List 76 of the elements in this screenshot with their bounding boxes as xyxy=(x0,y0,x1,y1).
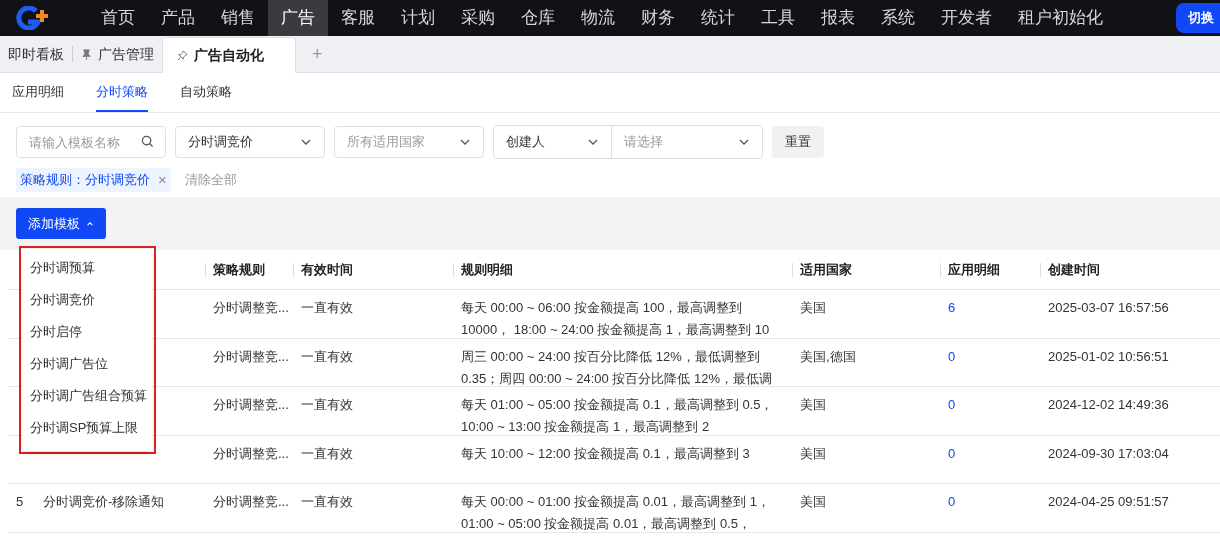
column-header: 适用国家 xyxy=(800,260,852,279)
nav-item[interactable]: 首页 xyxy=(88,0,148,36)
menu-item[interactable]: 分时调广告组合预算 xyxy=(22,380,152,412)
nav-item[interactable]: 广告 xyxy=(268,0,328,36)
count-link[interactable]: 0 xyxy=(948,348,956,364)
table-cell: 5 xyxy=(16,494,24,509)
column-header: 创建时间 xyxy=(1048,260,1100,279)
column-header: 策略规则 xyxy=(213,260,265,279)
table-cell: 美国 xyxy=(800,300,826,315)
nav-item[interactable]: 客服 xyxy=(328,0,388,36)
table-cell: 2025-03-07 16:57:56 xyxy=(1048,300,1169,315)
menu-item[interactable]: 分时调广告位 xyxy=(22,348,152,380)
table-cell-text: 每天 10:00 ~ 12:00 按金额提高 0.1，最高调整到 3 xyxy=(461,444,751,463)
nav-item[interactable]: 产品 xyxy=(148,0,208,36)
switch-button[interactable]: 切换 xyxy=(1176,3,1220,33)
nav-item[interactable]: 计划 xyxy=(388,0,448,36)
nav-item[interactable]: 销售 xyxy=(208,0,268,36)
table-cell: 2024-04-25 09:51:57 xyxy=(1048,494,1169,509)
menu-item[interactable]: 分时启停 xyxy=(22,316,152,348)
table-cell: 分时调整竞... xyxy=(213,300,289,315)
nav-item[interactable]: 仓库 xyxy=(508,0,568,36)
nav-item[interactable]: 采购 xyxy=(448,0,508,36)
nav-item[interactable]: 工具 xyxy=(748,0,808,36)
column-header: 应用明细 xyxy=(948,260,1000,279)
add-template-button[interactable]: 添加模板 xyxy=(16,208,106,239)
table-cell: 美国 xyxy=(800,494,826,509)
page-tab[interactable]: 广告管理 xyxy=(73,36,162,72)
table-cell-text: 每天 00:00 ~ 06:00 按金额提高 100，最高调整到 10000， 18:00 ~ 24:00 按金额提高 1，最高调整到 10 xyxy=(461,299,771,339)
menu-item[interactable]: 分时调SP预算上限 xyxy=(22,412,152,444)
sub-tab[interactable]: 分时策略 xyxy=(96,73,148,112)
table-cell: 一直有效 xyxy=(301,348,353,364)
filter-tag: 策略规则：分时调竞价 × xyxy=(16,168,171,192)
page-tab[interactable]: 即时看板 xyxy=(0,36,72,72)
table-cell: 一直有效 xyxy=(301,397,353,412)
count-link[interactable]: 0 xyxy=(948,397,956,412)
table-cell: 一直有效 xyxy=(301,300,353,315)
reset-button[interactable]: 重置 xyxy=(772,126,824,158)
column-header: 有效时间 xyxy=(301,260,353,279)
table-cell: 2024-09-30 17:03:04 xyxy=(1048,445,1169,461)
nav-item[interactable]: 租户初始化 xyxy=(1005,0,1116,36)
table-cell-text: 周三 00:00 ~ 24:00 按百分比降低 12%，最低调整到 0.35；周四 00:00 ~ 24:00 按百分比降低 12%，最低调 xyxy=(461,347,774,388)
sub-tab[interactable]: 应用明细 xyxy=(12,73,64,112)
table-cell: 分时调整竞... xyxy=(213,348,289,364)
table-cell: 2024-12-02 14:49:36 xyxy=(1048,397,1169,412)
table-cell: 2025-01-02 10:56:51 xyxy=(1048,348,1169,364)
nav-item[interactable]: 统计 xyxy=(688,0,748,36)
count-link[interactable]: 0 xyxy=(948,445,956,461)
table-cell: 分时调整竞... xyxy=(213,397,289,412)
pin-icon xyxy=(177,49,188,61)
sub-tab[interactable]: 自动策略 xyxy=(180,73,232,112)
menu-item[interactable]: 分时调竞价 xyxy=(22,284,152,316)
pin-icon xyxy=(81,48,92,60)
search-icon xyxy=(141,135,154,148)
table-cell: 一直有效 xyxy=(301,445,353,461)
page-tab[interactable]: 广告自动化 xyxy=(162,37,296,73)
table-cell: 美国,德国 xyxy=(800,348,856,364)
menu-item[interactable]: 分时调预算 xyxy=(22,252,152,284)
table-cell: 分时调整竞... xyxy=(213,494,289,509)
table-cell: 美国 xyxy=(800,445,826,461)
nav-item[interactable]: 财务 xyxy=(628,0,688,36)
rule-select[interactable]: 分时调竞价 xyxy=(175,126,325,158)
nav-item[interactable]: 开发者 xyxy=(928,0,1005,36)
nav-item[interactable]: 系统 xyxy=(868,0,928,36)
table-cell-text: 每天 01:00 ~ 05:00 按金额提高 0.1，最高调整到 0.5， 10:00 ~ 13:00 按金额提高 1，最高调整到 2 xyxy=(461,396,775,436)
column-header: 规则明细 xyxy=(461,260,513,279)
search-field[interactable]: 请输入模板名称 xyxy=(16,126,166,158)
table-cell-text: 每天 00:00 ~ 01:00 按金额提高 0.01，最高调整到 1， 01:00 ~ 05:00 按金额提高 0.01，最高调整到 0.5， xyxy=(461,493,771,533)
table-cell: 分时调竞价-移除通知 xyxy=(43,494,165,509)
caret-icon xyxy=(86,219,94,228)
nav-item[interactable]: 物流 xyxy=(568,0,628,36)
table-cell: 分时调整竞... xyxy=(213,445,289,461)
table-cell: 美国 xyxy=(800,397,826,412)
count-link[interactable]: 0 xyxy=(948,494,956,509)
table-cell: 一直有效 xyxy=(301,494,353,509)
nav-item[interactable]: 报表 xyxy=(808,0,868,36)
count-link[interactable]: 6 xyxy=(948,300,956,315)
